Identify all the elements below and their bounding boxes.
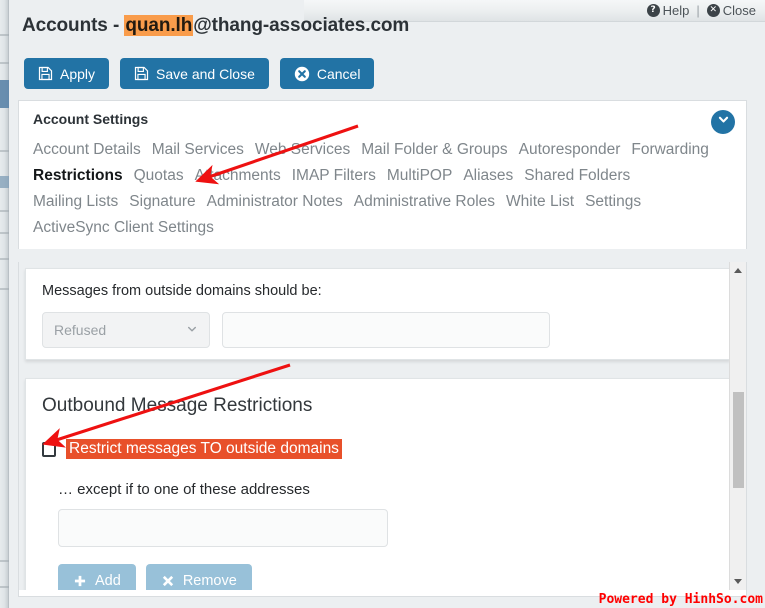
inbound-action-text-input[interactable] [222,312,550,348]
tab-web-services[interactable]: Web Services [255,137,350,163]
remove-address-button[interactable]: Remove [145,564,252,590]
tab-administrator-notes[interactable]: Administrator Notes [207,189,343,215]
tab-account-details[interactable]: Account Details [33,137,141,163]
save-and-close-button[interactable]: Save and Close [120,58,269,89]
cancel-button[interactable]: Cancel [279,58,375,89]
inbound-controls-row: Refused [42,312,713,348]
page-title-suffix: @thang-associates.com [193,15,410,36]
settings-tab-list: Account Details Mail Services Web Services… [33,137,732,241]
tab-mail-services[interactable]: Mail Services [152,137,244,163]
inbound-restrictions-panel: Messages from outside domains should be:… [25,268,730,360]
save-and-close-button-label: Save and Close [156,65,255,82]
page-title-prefix: Accounts - [22,15,125,36]
close-label: Close [722,3,756,18]
save-icon [38,66,53,81]
apply-button-label: Apply [60,65,96,82]
page-title-highlight: quan.lh [124,15,194,36]
inbound-action-select[interactable]: Refused [42,312,210,348]
tab-restrictions[interactable]: Restrictions [33,163,123,189]
account-settings-title: Account Settings [33,111,149,127]
triangle-down-icon [734,579,742,584]
cancel-circle-icon [294,66,310,82]
scroll-up-button[interactable] [730,262,746,279]
tab-forwarding[interactable]: Forwarding [631,137,709,163]
add-address-button-label: Add [95,572,121,589]
account-settings-screen: ? Help | ✕ Close Accounts - quan.lh@than… [0,0,765,608]
chevron-down-icon [186,322,198,338]
remove-address-button-label: Remove [182,572,237,589]
restrict-outbound-checkbox[interactable] [42,441,56,457]
cross-icon [161,574,175,588]
tab-shared-folders[interactable]: Shared Folders [524,163,630,189]
scroll-down-button[interactable] [730,573,746,590]
tab-quotas[interactable]: Quotas [134,163,184,189]
question-circle-icon: ? [646,4,660,17]
helpbar-separator: | [696,3,700,18]
tab-multipop[interactable]: MultiPOP [387,163,452,189]
collapse-toggle-button[interactable] [711,110,735,134]
tab-autoresponder[interactable]: Autoresponder [519,137,621,163]
plus-icon [73,574,87,588]
inbound-messages-label: Messages from outside domains should be: [42,283,322,299]
apply-button[interactable]: Apply [24,58,110,89]
add-address-button[interactable]: Add [58,564,136,590]
close-circle-icon: ✕ [706,4,720,17]
inbound-action-select-value: Refused [54,322,107,338]
triangle-up-icon [734,268,742,273]
chevron-down-icon [717,113,730,131]
outbound-restrictions-panel: Outbound Message Restrictions Restrict m… [25,378,730,590]
except-addresses-input[interactable] [58,509,388,547]
cancel-button-label: Cancel [316,65,361,82]
content-vertical-scrollbar[interactable] [729,262,746,590]
tab-attachments[interactable]: Attachments [195,163,281,189]
tab-mail-folder-groups[interactable]: Mail Folder & Groups [361,137,507,163]
tab-signature[interactable]: Signature [129,189,195,215]
scrollbar-thumb[interactable] [733,392,744,488]
tab-settings[interactable]: Settings [585,189,641,215]
restrictions-content-region: Messages from outside domains should be:… [18,262,747,590]
watermark: Powered by HinhSo.com [598,592,763,607]
help-link[interactable]: ? Help [646,3,690,18]
tab-aliases[interactable]: Aliases [463,163,513,189]
restrict-outbound-row: Restrict messages TO outside domains [42,439,713,459]
tab-administrative-roles[interactable]: Administrative Roles [354,189,495,215]
outbound-panel-heading: Outbound Message Restrictions [42,395,313,416]
tab-activesync-client-settings[interactable]: ActiveSync Client Settings [33,215,214,241]
except-addresses-label: … except if to one of these addresses [58,481,310,498]
address-action-buttons: Add Remove [58,564,713,590]
toolbar: Apply Save and Close Cancel [24,58,375,89]
left-edge-sliver [0,0,9,608]
page-title: Accounts - quan.lh@thang-associates.com [22,15,409,37]
tab-white-list[interactable]: White List [506,189,574,215]
close-link[interactable]: ✕ Close [706,3,756,18]
restrict-outbound-label: Restrict messages TO outside domains [66,439,342,459]
save-icon [134,66,149,81]
account-settings-card: Account Settings Account Details Mail Ser… [18,100,747,249]
tab-imap-filters[interactable]: IMAP Filters [292,163,376,189]
tab-mailing-lists[interactable]: Mailing Lists [33,189,118,215]
help-label: Help [662,3,690,18]
